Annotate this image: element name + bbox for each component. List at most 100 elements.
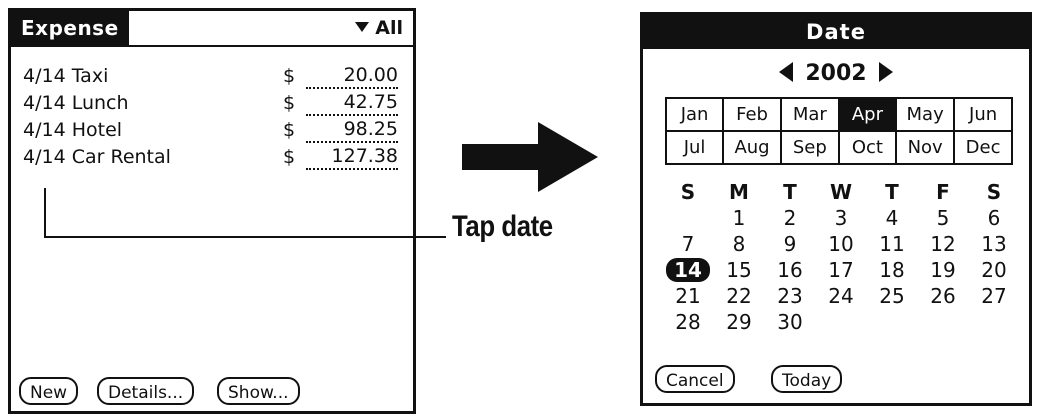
dropdown-triangle-icon bbox=[355, 21, 370, 32]
month-oct[interactable]: Oct bbox=[837, 130, 898, 165]
callout-line-vertical bbox=[44, 188, 47, 236]
currency-symbol: $ bbox=[283, 146, 296, 168]
expense-date[interactable]: 4/14 bbox=[23, 92, 66, 114]
expense-row-desc: 4/14 Car Rental bbox=[23, 144, 171, 170]
day-calendar: S M T W T F S 1 2 3 4 5 6 7 8 9 10 11 12… bbox=[663, 180, 1019, 336]
month-grid: Jan Feb Mar Apr May Jun Jul Aug Sep Oct … bbox=[664, 97, 1013, 165]
day-cell[interactable]: 16 bbox=[765, 258, 815, 282]
week-row: 21 22 23 24 25 26 27 bbox=[663, 284, 1019, 310]
day-cell[interactable]: 7 bbox=[663, 232, 713, 256]
day-cell[interactable]: 17 bbox=[816, 258, 866, 282]
expense-row[interactable]: 4/14 Taxi $ 20.00 bbox=[23, 63, 403, 90]
expense-type: Hotel bbox=[71, 119, 123, 141]
day-cell[interactable]: 23 bbox=[765, 284, 815, 308]
day-cell[interactable]: 4 bbox=[867, 206, 917, 230]
day-cell[interactable]: 27 bbox=[969, 284, 1019, 308]
today-button[interactable]: Today bbox=[771, 365, 843, 393]
expense-header: Expense All bbox=[11, 11, 413, 47]
month-mar[interactable]: Mar bbox=[779, 97, 840, 132]
expense-type: Lunch bbox=[71, 92, 129, 114]
week-row: 28 29 30 bbox=[663, 310, 1019, 336]
day-cell[interactable]: 9 bbox=[765, 232, 815, 256]
expense-amount[interactable]: 127.38 bbox=[306, 144, 398, 170]
currency-symbol: $ bbox=[283, 92, 296, 114]
date-dialog-title: Date bbox=[643, 15, 1029, 49]
day-cell[interactable]: 25 bbox=[867, 284, 917, 308]
month-jul[interactable]: Jul bbox=[664, 130, 725, 165]
year-label: 2002 bbox=[805, 61, 867, 86]
day-cell-selected[interactable]: 14 bbox=[666, 258, 710, 282]
day-cell[interactable]: 1 bbox=[714, 206, 764, 230]
expense-type: Car Rental bbox=[71, 146, 171, 168]
day-cell[interactable]: 15 bbox=[714, 258, 764, 282]
day-cell[interactable]: 8 bbox=[714, 232, 764, 256]
day-cell[interactable]: 30 bbox=[765, 310, 815, 334]
expense-amount[interactable]: 98.25 bbox=[306, 117, 398, 143]
month-apr[interactable]: Apr bbox=[837, 97, 898, 132]
day-cell[interactable]: 18 bbox=[867, 258, 917, 282]
day-cell[interactable]: 13 bbox=[969, 232, 1019, 256]
expense-list: 4/14 Taxi $ 20.00 4/14 Lunch $ 42.75 4/1… bbox=[23, 63, 403, 171]
expense-title: Expense bbox=[11, 11, 129, 45]
month-jan[interactable]: Jan bbox=[664, 97, 725, 132]
expense-type: Taxi bbox=[71, 65, 109, 87]
expense-date[interactable]: 4/14 bbox=[23, 146, 66, 168]
month-sep[interactable]: Sep bbox=[779, 130, 840, 165]
day-cell[interactable]: 6 bbox=[969, 206, 1019, 230]
expense-row-desc: 4/14 Lunch bbox=[23, 90, 129, 116]
day-cell[interactable]: 21 bbox=[663, 284, 713, 308]
week-row: 14 15 16 17 18 19 20 bbox=[663, 258, 1019, 284]
cancel-button[interactable]: Cancel bbox=[655, 365, 735, 393]
currency-symbol: $ bbox=[283, 119, 296, 141]
expense-screen: Expense All 4/14 Taxi $ 20.00 4/14 Lunch… bbox=[8, 8, 416, 414]
day-cell[interactable]: 29 bbox=[714, 310, 764, 334]
expense-date[interactable]: 4/14 bbox=[23, 119, 66, 141]
day-cell[interactable]: 22 bbox=[714, 284, 764, 308]
right-arrow-icon bbox=[462, 122, 598, 192]
month-feb[interactable]: Feb bbox=[722, 97, 782, 132]
date-dialog: Date 2002 Jan Feb Mar Apr May Jun Jul Au… bbox=[640, 12, 1032, 406]
expense-amount[interactable]: 42.75 bbox=[306, 90, 398, 116]
day-cell[interactable]: 12 bbox=[918, 232, 968, 256]
expense-row[interactable]: 4/14 Hotel $ 98.25 bbox=[23, 117, 403, 144]
week-row: 7 8 9 10 11 12 13 bbox=[663, 232, 1019, 258]
expense-amount[interactable]: 20.00 bbox=[306, 63, 398, 89]
day-cell[interactable]: 10 bbox=[816, 232, 866, 256]
day-cell[interactable]: 24 bbox=[816, 284, 866, 308]
weekday-header: W bbox=[829, 180, 853, 204]
day-cell[interactable]: 2 bbox=[765, 206, 815, 230]
day-cell[interactable]: 3 bbox=[816, 206, 866, 230]
day-cell[interactable]: 28 bbox=[663, 310, 713, 334]
show-button[interactable]: Show... bbox=[217, 377, 300, 405]
day-cell[interactable]: 26 bbox=[918, 284, 968, 308]
day-cell[interactable]: 20 bbox=[969, 258, 1019, 282]
expense-row-desc: 4/14 Taxi bbox=[23, 63, 108, 89]
year-selector: 2002 bbox=[643, 57, 1029, 91]
callout-line-horizontal bbox=[44, 236, 446, 238]
month-dec[interactable]: Dec bbox=[953, 130, 1013, 165]
week-row: 1 2 3 4 5 6 bbox=[663, 206, 1019, 232]
category-label: All bbox=[375, 17, 403, 39]
day-cell[interactable]: 19 bbox=[918, 258, 968, 282]
weekday-header: T bbox=[783, 180, 797, 204]
details-button[interactable]: Details... bbox=[97, 377, 195, 405]
weekday-header: F bbox=[936, 180, 950, 204]
weekday-header: T bbox=[885, 180, 899, 204]
expense-date[interactable]: 4/14 bbox=[23, 65, 66, 87]
next-year-icon[interactable] bbox=[878, 62, 893, 82]
month-jun[interactable]: Jun bbox=[953, 97, 1013, 132]
month-nov[interactable]: Nov bbox=[895, 130, 956, 165]
currency-symbol: $ bbox=[283, 65, 296, 87]
month-may[interactable]: May bbox=[895, 97, 956, 132]
month-aug[interactable]: Aug bbox=[722, 130, 782, 165]
expense-row-desc: 4/14 Hotel bbox=[23, 117, 122, 143]
new-button[interactable]: New bbox=[19, 377, 79, 405]
category-picker[interactable]: All bbox=[355, 11, 403, 45]
weekday-header: S bbox=[986, 180, 1002, 204]
day-cell[interactable]: 11 bbox=[867, 232, 917, 256]
day-cell[interactable]: 5 bbox=[918, 206, 968, 230]
expense-row[interactable]: 4/14 Lunch $ 42.75 bbox=[23, 90, 403, 117]
previous-year-icon[interactable] bbox=[779, 62, 794, 82]
weekday-header: M bbox=[729, 180, 749, 204]
expense-row[interactable]: 4/14 Car Rental $ 127.38 bbox=[23, 144, 403, 171]
